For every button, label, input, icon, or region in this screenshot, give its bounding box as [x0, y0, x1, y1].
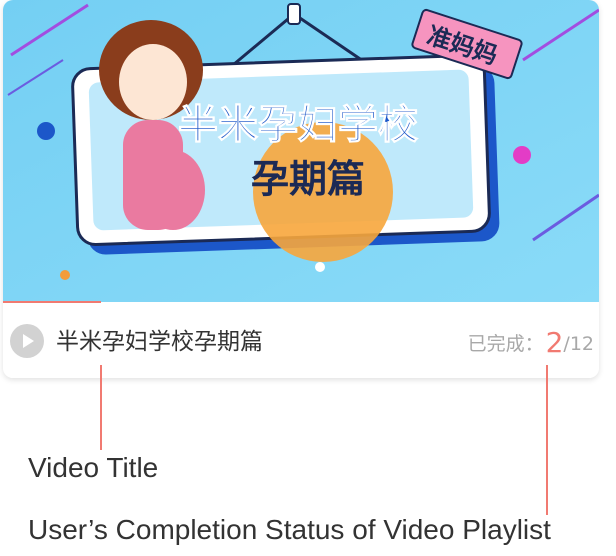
card-edge-marker: [3, 301, 101, 303]
video-title[interactable]: 半米孕妇学校孕期篇: [56, 322, 263, 356]
total-count: /12: [563, 333, 594, 355]
annotation-completion-status: User’s Completion Status of Video Playli…: [28, 514, 551, 545]
completed-label: 已完成：: [467, 333, 544, 355]
completion-status: 已完成：2/12: [468, 326, 594, 359]
status-annotation-line: [546, 365, 548, 515]
completed-count: 2: [545, 326, 564, 359]
banner-main-text: 半米孕妇学校: [178, 102, 418, 148]
banner-sub-text: 孕期篇: [251, 157, 365, 201]
annotation-video-title: Video Title: [28, 452, 159, 483]
video-thumbnail[interactable]: 半米孕妇学校 孕期篇 准妈妈: [3, 0, 599, 302]
title-annotation-line: [100, 365, 102, 450]
play-icon[interactable]: [10, 324, 44, 358]
